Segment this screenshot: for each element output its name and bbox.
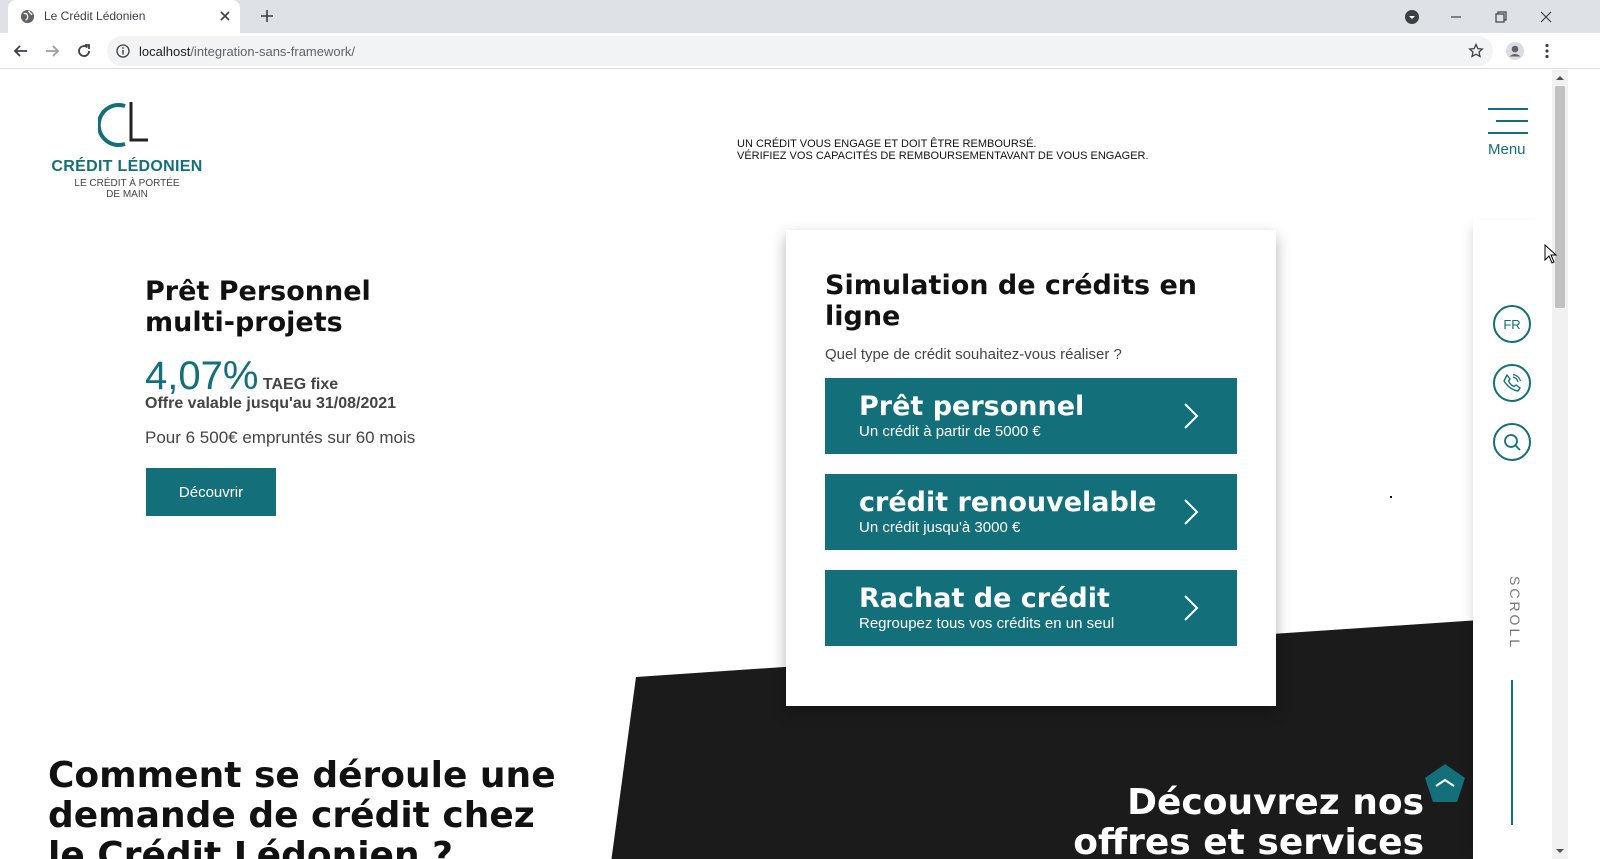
rate-row: 4,07% TAEG fixe — [145, 354, 338, 399]
restore-icon[interactable] — [1478, 0, 1523, 33]
tab-title: Le Crédit Lédonien — [44, 9, 146, 23]
chevron-right-icon — [1184, 403, 1199, 429]
close-tab-icon[interactable] — [216, 7, 234, 25]
option-personal-loan[interactable]: Prêt personnel Un crédit à partir de 500… — [825, 378, 1237, 454]
back-icon[interactable] — [10, 40, 32, 62]
logo-mark-icon — [98, 102, 148, 147]
account-icon[interactable] — [1504, 40, 1526, 62]
hamburger-icon — [1488, 108, 1528, 110]
simulator-title: Simulation de crédits en ligne — [825, 270, 1198, 332]
logo-name: CRÉDIT LÉDONIEN — [51, 158, 203, 175]
minimize-icon[interactable] — [1433, 0, 1478, 33]
option-revolving-credit[interactable]: crédit renouvelable Un crédit jusqu'à 30… — [825, 474, 1237, 550]
rate-suffix: TAEG fixe — [262, 376, 339, 393]
chevron-right-icon — [1184, 595, 1199, 621]
discover-button[interactable]: Découvrir — [146, 468, 276, 516]
url-text: localhost/integration-sans-framework/ — [139, 44, 356, 59]
simulator-card: Simulation de crédits en ligne Quel type… — [786, 230, 1276, 706]
option-credit-buyback[interactable]: Rachat de crédit Regroupez tous vos créd… — [825, 570, 1237, 646]
phone-button[interactable] — [1493, 364, 1531, 402]
reload-icon[interactable] — [73, 40, 95, 62]
scrollbar-thumb[interactable] — [1555, 86, 1565, 308]
language-button[interactable]: FR — [1493, 305, 1531, 343]
phone-icon — [1503, 373, 1522, 392]
menu-label: Menu — [1488, 141, 1526, 158]
page-viewport: CRÉDIT LÉDONIEN LE CRÉDIT À PORTÉE DE MA… — [0, 70, 1552, 859]
hero-title: Prêt Personnel multi-projets — [145, 276, 371, 338]
forward-icon[interactable] — [41, 40, 63, 62]
scroll-indicator-line — [1511, 680, 1513, 825]
address-bar[interactable]: localhost/integration-sans-framework/ — [107, 36, 1493, 66]
browser-menu-icon[interactable] — [1536, 40, 1558, 62]
scroll-up-arrow-icon[interactable] — [1556, 74, 1564, 82]
logo-tagline: LE CRÉDIT À PORTÉE DE MAIN — [74, 178, 180, 200]
offers-section-title: Découvrez nos offres et services — [1073, 782, 1424, 859]
legal-notice: UN CRÉDIT VOUS ENGAGE ET DOIT ÊTRE REMBO… — [737, 138, 1149, 162]
browser-toolbar: localhost/integration-sans-framework/ — [0, 33, 1600, 69]
decorative-dot — [1390, 496, 1392, 498]
offer-validity: Offre valable jusqu'au 31/08/2021 — [145, 395, 397, 412]
search-icon — [1504, 434, 1521, 451]
scroll-down-arrow-icon[interactable] — [1556, 847, 1564, 855]
page-scrollbar[interactable] — [1552, 70, 1568, 859]
chevron-right-icon — [1184, 499, 1199, 525]
globe-icon — [20, 9, 35, 24]
rate-value: 4,07% — [145, 354, 259, 398]
site-logo[interactable]: CRÉDIT LÉDONIEN LE CRÉDIT À PORTÉE DE MA… — [44, 100, 214, 200]
side-rail: FR SCROLL — [1473, 220, 1552, 859]
mouse-cursor-icon — [1544, 244, 1558, 264]
info-icon[interactable] — [116, 44, 130, 58]
back-to-top-button[interactable] — [1424, 763, 1466, 803]
browser-tab[interactable]: Le Crédit Lédonien — [8, 0, 240, 33]
menu-button[interactable]: Menu — [1486, 108, 1530, 160]
browser-tab-bar: Le Crédit Lédonien — [0, 0, 1600, 33]
profile-dropdown-icon[interactable] — [1389, 0, 1434, 33]
close-window-icon[interactable] — [1523, 0, 1568, 33]
search-button[interactable] — [1493, 423, 1531, 461]
simulator-question: Quel type de crédit souhaitez-vous réali… — [825, 346, 1122, 363]
new-tab-icon[interactable] — [259, 8, 275, 24]
process-section-title: Comment se déroule une demande de crédit… — [48, 755, 556, 859]
offer-detail: Pour 6 500€ empruntés sur 60 mois — [145, 428, 416, 447]
bookmark-star-icon[interactable] — [1468, 43, 1484, 59]
scroll-label: SCROLL — [1507, 576, 1523, 651]
